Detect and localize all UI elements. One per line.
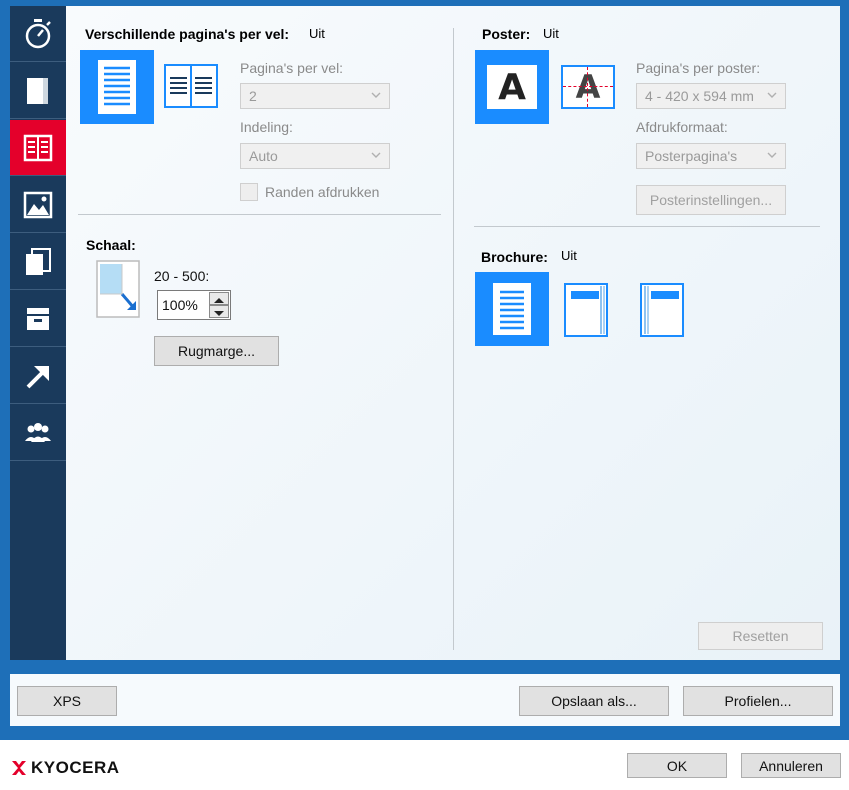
- multi-page-title: Verschillende pagina's per vel:: [85, 26, 290, 42]
- layout-label: Indeling:: [240, 119, 293, 135]
- scale-preview: [96, 260, 140, 318]
- letter-a-split-icon: A: [575, 68, 601, 106]
- sidebar-item-imaging[interactable]: [10, 177, 66, 233]
- pages-per-poster-label: Pagina's per poster:: [636, 60, 761, 76]
- reset-button[interactable]: Resetten: [698, 622, 823, 650]
- chevron-down-icon: [767, 152, 777, 158]
- output-tray-icon: [27, 307, 49, 330]
- two-page-option[interactable]: [164, 64, 218, 108]
- chevron-down-icon: [371, 152, 381, 158]
- stopwatch-icon: [25, 18, 51, 48]
- letter-a-icon: A: [487, 65, 537, 109]
- scale-down-button[interactable]: [209, 305, 229, 318]
- pages-per-poster-select[interactable]: 4 - 420 x 594 mm: [636, 83, 786, 109]
- layout-icon: [23, 134, 53, 161]
- brochure-right-binding-option[interactable]: [639, 282, 687, 338]
- brochure-title: Brochure:: [481, 249, 548, 265]
- print-format-label: Afdrukformaat:: [636, 119, 728, 135]
- poster-state: Uit: [543, 26, 559, 41]
- save-as-button[interactable]: Opslaan als...: [519, 686, 669, 716]
- poster-off-option[interactable]: A: [475, 50, 549, 124]
- page-icon: [27, 77, 48, 104]
- poster-split-icon: A: [561, 65, 615, 109]
- ok-button[interactable]: OK: [627, 753, 727, 778]
- booklet-left-icon: [564, 283, 608, 337]
- two-page-icon: [164, 64, 218, 108]
- kyocera-logo: KYOCERA: [10, 758, 120, 778]
- users-icon: [25, 422, 51, 442]
- print-borders-label: Randen afdrukken: [265, 184, 380, 200]
- single-page-icon: [98, 60, 136, 114]
- sidebar-item-layout[interactable]: [10, 120, 66, 176]
- multi-page-state: Uit: [309, 26, 325, 41]
- print-borders-checkbox[interactable]: [240, 183, 258, 201]
- poster-settings-button[interactable]: Posterinstellingen...: [636, 185, 786, 215]
- poster-on-option[interactable]: A: [560, 64, 616, 110]
- gutter-margin-button[interactable]: Rugmarge...: [154, 336, 279, 366]
- scale-range-label: 20 - 500:: [154, 268, 210, 284]
- profile-bar: XPS Opslaan als... Profielen...: [10, 674, 840, 726]
- copies-icon: [26, 247, 51, 275]
- image-icon: [23, 191, 53, 218]
- scale-title: Schaal:: [86, 237, 136, 253]
- chevron-down-icon: [371, 92, 381, 98]
- brochure-off-option[interactable]: [475, 272, 549, 346]
- print-format-select[interactable]: Posterpagina's: [636, 143, 786, 169]
- scale-stepper[interactable]: 100%: [157, 290, 231, 320]
- brochure-left-binding-option[interactable]: [563, 282, 611, 338]
- divider: [474, 226, 820, 227]
- brochure-state: Uit: [561, 248, 577, 263]
- scale-icon: [96, 260, 140, 318]
- sidebar-item-quick-print[interactable]: [10, 6, 66, 62]
- divider: [78, 214, 441, 215]
- xps-button[interactable]: XPS: [17, 686, 117, 716]
- column-divider: [453, 28, 454, 650]
- sidebar: [10, 6, 66, 660]
- scale-up-button[interactable]: [209, 292, 229, 305]
- sidebar-item-advanced[interactable]: [10, 348, 66, 404]
- poster-title: Poster:: [482, 26, 531, 42]
- layout-value: Auto: [249, 148, 278, 164]
- arrow-icon: [26, 365, 49, 388]
- layout-select[interactable]: Auto: [240, 143, 390, 169]
- print-format-value: Posterpagina's: [645, 148, 738, 164]
- sidebar-item-publishing[interactable]: [10, 234, 66, 290]
- kyocera-mark-icon: [12, 761, 26, 775]
- single-page-icon: [493, 283, 531, 335]
- split-line-horizontal: [563, 86, 613, 87]
- scale-value: 100%: [162, 297, 198, 313]
- profiles-button[interactable]: Profielen...: [683, 686, 833, 716]
- sidebar-item-job[interactable]: [10, 291, 66, 347]
- sidebar-item-basic[interactable]: [10, 63, 66, 119]
- dialog-footer: KYOCERA OK Annuleren: [0, 740, 849, 790]
- pages-per-sheet-value: 2: [249, 88, 257, 104]
- pages-per-sheet-label: Pagina's per vel:: [240, 60, 344, 76]
- single-page-option[interactable]: [80, 50, 154, 124]
- cancel-button[interactable]: Annuleren: [741, 753, 841, 778]
- sidebar-item-users[interactable]: [10, 405, 66, 461]
- triangle-down-icon: [214, 311, 224, 316]
- pages-per-sheet-select[interactable]: 2: [240, 83, 390, 109]
- chevron-down-icon: [767, 92, 777, 98]
- settings-panel: Verschillende pagina's per vel: Uit Pagi…: [66, 6, 840, 660]
- pages-per-poster-value: 4 - 420 x 594 mm: [645, 88, 754, 104]
- booklet-right-icon: [640, 283, 684, 337]
- kyocera-wordmark: KYOCERA: [31, 758, 120, 777]
- split-line-vertical: [587, 67, 588, 107]
